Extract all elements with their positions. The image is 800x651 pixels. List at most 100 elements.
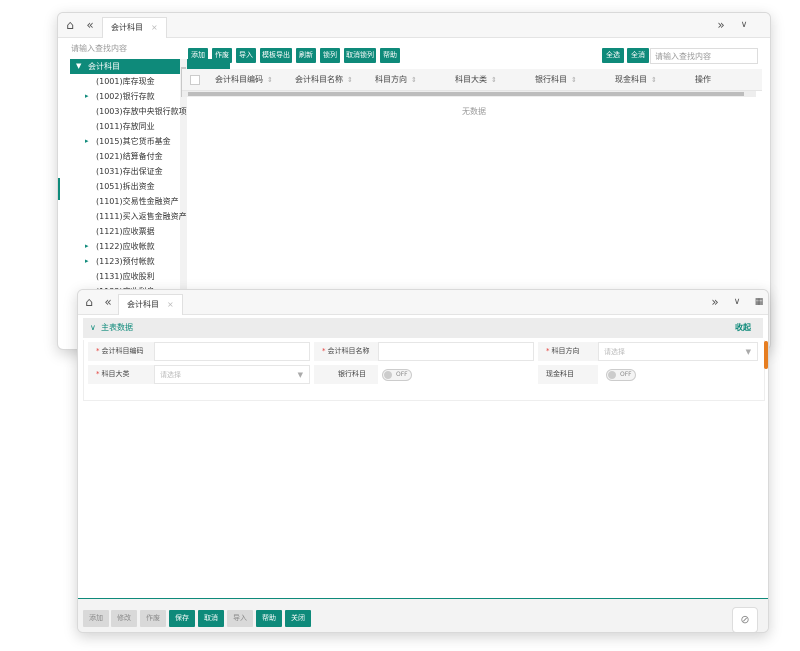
column-header[interactable]: 会计科目名称 ⇕ <box>295 69 353 90</box>
sort-icon[interactable]: ⇕ <box>571 76 577 84</box>
tree-node[interactable]: (1121)应收票据 <box>70 224 230 239</box>
main-data-section-header[interactable]: ∨ 主表数据 收起 <box>83 318 763 338</box>
deselect-all-button[interactable]: 全消 <box>627 48 649 63</box>
column-header[interactable]: 科目方向 ⇕ <box>375 69 417 90</box>
name-label: * 会计科目名称 <box>314 342 378 361</box>
tab-bar: ⌂ « 会计科目 × » ∨ ▦ <box>78 290 768 315</box>
tree-node[interactable]: (1111)买入返售金融资产 <box>70 209 230 224</box>
caret-right-icon[interactable]: ▸ <box>85 89 89 104</box>
tree-node-label: (1101)交易性金融资产 <box>96 197 179 206</box>
sort-icon[interactable]: ⇕ <box>347 76 353 84</box>
tree-node[interactable]: (1051)拆出资金 <box>70 179 230 194</box>
chevron-down-icon: ∨ <box>90 323 96 332</box>
code-input[interactable] <box>154 342 310 361</box>
home-icon[interactable]: ⌂ <box>62 13 78 37</box>
tree-node-label: (1131)应收股利 <box>96 272 155 281</box>
add-button[interactable]: 添加 <box>188 48 208 63</box>
scroll-left-icon[interactable]: « <box>82 13 98 37</box>
chat-icon[interactable]: ⊘ <box>732 607 758 632</box>
calendar-icon[interactable]: ▦ <box>751 290 767 314</box>
chevron-down-icon[interactable]: ∨ <box>729 290 745 314</box>
tree-node[interactable]: (1021)结算备付金 <box>70 149 230 164</box>
footer-toolbar: 添加 修改 作废 保存 取消 导入 帮助 关闭 ⊘ <box>78 598 768 632</box>
collapse-link[interactable]: 收起 <box>735 318 751 338</box>
caret-down-icon: ▼ <box>297 371 303 379</box>
tree-node[interactable]: ▸ (1122)应收帐款 <box>70 239 230 254</box>
tree-node-label: (1003)存放中央银行款项 <box>96 107 187 116</box>
form-scrollbar[interactable] <box>764 341 768 369</box>
tree-node[interactable]: (1101)交易性金融资产 <box>70 194 230 209</box>
void-button[interactable]: 作废 <box>140 610 166 627</box>
tree-node-label: (1015)其它货币基金 <box>96 137 171 146</box>
side-marker <box>58 178 60 200</box>
tree-node-label: (1002)银行存款 <box>96 92 155 101</box>
tree-node-label: (1121)应收票据 <box>96 227 155 236</box>
import-button[interactable]: 导入 <box>236 48 256 63</box>
caret-right-icon[interactable]: ▸ <box>85 134 89 149</box>
home-icon[interactable]: ⌂ <box>81 290 97 314</box>
table-horizontal-scrollbar[interactable] <box>182 91 756 97</box>
tab-bar: ⌂ « 会计科目 × » ∨ <box>58 13 770 38</box>
tree-node[interactable]: (1011)存放同业 <box>70 119 230 134</box>
code-label: * 会计科目编码 <box>88 342 154 361</box>
name-input[interactable] <box>378 342 534 361</box>
sort-icon[interactable]: ⇕ <box>411 76 417 84</box>
scroll-left-icon[interactable]: « <box>100 290 116 314</box>
void-button[interactable]: 作废 <box>212 48 232 63</box>
cancel-button[interactable]: 取消 <box>198 610 224 627</box>
scroll-right-icon[interactable]: » <box>713 13 729 37</box>
tab-account-subject[interactable]: 会计科目 × <box>102 17 167 38</box>
unlock-column-button[interactable]: 取消锁列 <box>344 48 376 63</box>
scroll-right-icon[interactable]: » <box>707 290 723 314</box>
table-header: 会计科目编码 ⇕ 会计科目名称 ⇕ 科目方向 ⇕ 科目大类 ⇕ 银行科目 ⇕ 现金科目 ⇕ 操作 <box>182 69 762 91</box>
direction-label: * 科目方向 <box>538 342 598 361</box>
help-button[interactable]: 帮助 <box>380 48 400 63</box>
empty-text: 无数据 <box>462 107 486 116</box>
tree-node[interactable]: (1003)存放中央银行款项 <box>70 104 230 119</box>
help-button[interactable]: 帮助 <box>256 610 282 627</box>
bank-toggle[interactable]: OFF <box>382 369 412 381</box>
tree-node-label: (1123)预付帐款 <box>96 257 155 266</box>
tree-node[interactable]: ▸ (1015)其它货币基金 <box>70 134 230 149</box>
sort-icon[interactable]: ⇕ <box>651 76 657 84</box>
tree-root-label: 会计科目 <box>88 62 120 71</box>
save-button[interactable]: 保存 <box>169 610 195 627</box>
caret-down-icon: ▼ <box>745 348 751 356</box>
caret-right-icon[interactable]: ▸ <box>85 254 89 269</box>
tree-search-input[interactable]: 请输入查找内容 <box>65 41 183 57</box>
column-header[interactable]: 会计科目编码 ⇕ <box>215 69 273 90</box>
select-all-button[interactable]: 全选 <box>602 48 624 63</box>
caret-down-icon[interactable]: ▼ <box>76 59 81 74</box>
template-export-button[interactable]: 模板导出 <box>260 48 292 63</box>
sort-icon[interactable]: ⇕ <box>267 76 273 84</box>
tree-node[interactable]: ▸ (1123)预付帐款 <box>70 254 230 269</box>
sort-icon[interactable]: ⇕ <box>491 76 497 84</box>
column-header[interactable]: 操作 <box>695 69 711 90</box>
direction-select[interactable]: 请选择 ▼ <box>598 342 758 361</box>
edit-button[interactable]: 修改 <box>111 610 137 627</box>
import-button[interactable]: 导入 <box>227 610 253 627</box>
close-icon[interactable]: × <box>167 300 174 309</box>
refresh-button[interactable]: 刷新 <box>296 48 316 63</box>
grid-search-input[interactable]: 请输入查找内容 <box>650 48 758 64</box>
bank-label: 银行科目 <box>314 365 378 384</box>
tab-account-subject[interactable]: 会计科目 × <box>118 294 183 315</box>
cash-toggle[interactable]: OFF <box>606 369 636 381</box>
tree-node[interactable]: (1131)应收股利 <box>70 269 230 284</box>
column-header[interactable]: 科目大类 ⇕ <box>455 69 497 90</box>
close-icon[interactable]: × <box>151 23 158 32</box>
tree-node[interactable]: (1031)存出保证金 <box>70 164 230 179</box>
tree-node-label: (1031)存出保证金 <box>96 167 163 176</box>
tree-node-label: (1021)结算备付金 <box>96 152 163 161</box>
close-button[interactable]: 关闭 <box>285 610 311 627</box>
tree-node-label: (1051)拆出资金 <box>96 182 155 191</box>
lock-column-button[interactable]: 锁列 <box>320 48 340 63</box>
caret-right-icon[interactable]: ▸ <box>85 239 89 254</box>
scrollbar-thumb[interactable] <box>188 92 744 96</box>
column-header[interactable]: 现金科目 ⇕ <box>615 69 657 90</box>
chevron-down-icon[interactable]: ∨ <box>736 13 752 37</box>
category-select[interactable]: 请选择 ▼ <box>154 365 310 384</box>
add-button[interactable]: 添加 <box>83 610 109 627</box>
select-all-checkbox[interactable] <box>190 75 200 85</box>
column-header[interactable]: 银行科目 ⇕ <box>535 69 577 90</box>
